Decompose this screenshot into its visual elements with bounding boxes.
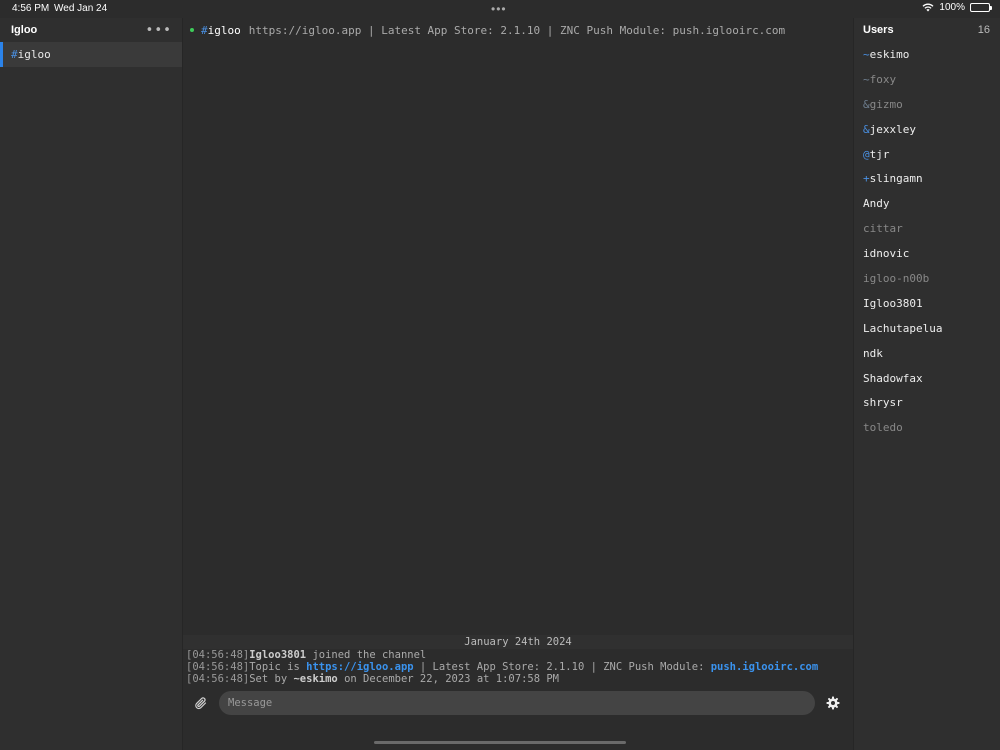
- user-nick: shrysr: [863, 396, 903, 410]
- user-mode-prefix: @: [863, 147, 870, 161]
- user-list-item[interactable]: @ tjr: [854, 142, 1000, 167]
- channel-title-name: igloo: [207, 23, 241, 37]
- composer: [183, 687, 853, 719]
- battery-percent: 100%: [939, 2, 965, 13]
- user-list-item[interactable]: ~ foxy: [854, 67, 1000, 92]
- user-list-panel: Users 16 ~ eskimo ~ foxy & gizmo & jexxley @ tjr +…: [853, 18, 1000, 750]
- channel-label: igloo: [17, 48, 51, 61]
- date-separator: January 24th 2024: [183, 635, 853, 649]
- home-indicator[interactable]: [374, 741, 626, 744]
- message-timestamp: [04:56:48]: [186, 649, 250, 661]
- sidebar-header: Igloo •••: [0, 18, 182, 42]
- message-row: [04:56:48]Topic is https://igloo.app | L…: [183, 661, 853, 673]
- user-list-item[interactable]: & gizmo: [854, 92, 1000, 117]
- user-list-item[interactable]: Igloo3801: [854, 291, 1000, 316]
- message-nick[interactable]: Igloo3801: [249, 649, 306, 661]
- user-list-item[interactable]: shrysr: [854, 390, 1000, 415]
- network-title: Igloo: [11, 24, 38, 36]
- user-nick: eskimo: [869, 47, 910, 61]
- message-text: Set by: [249, 673, 294, 685]
- user-nick: idnovic: [863, 247, 910, 261]
- user-nick: gizmo: [869, 97, 903, 111]
- battery-icon: [970, 3, 992, 12]
- message-row: [04:56:48]Set by ~eskimo on December 22,…: [183, 673, 853, 685]
- more-options-icon[interactable]: •••: [146, 23, 172, 38]
- status-time: 4:56 PM: [12, 3, 50, 14]
- message-row: [04:56:48]Igloo3801 joined the channel: [183, 649, 853, 661]
- user-list-item[interactable]: toledo: [854, 415, 1000, 440]
- user-mode-prefix: &: [863, 122, 870, 136]
- topic-bar[interactable]: #igloo https://igloo.app | Latest App St…: [183, 18, 853, 42]
- user-nick: Shadowfax: [863, 371, 923, 385]
- message-nick[interactable]: ~eskimo: [293, 673, 337, 685]
- user-list-item[interactable]: ndk: [854, 341, 1000, 366]
- message-timestamp: [04:56:48]: [186, 673, 250, 685]
- status-right: 100%: [922, 2, 992, 13]
- user-mode-prefix: &: [863, 97, 870, 111]
- user-list-item[interactable]: idnovic: [854, 241, 1000, 266]
- status-bar: 4:56 PM Wed Jan 24 ••• 100%: [0, 0, 1000, 18]
- message-list: January 24th 2024 [04:56:48]Igloo3801 jo…: [183, 635, 853, 685]
- user-list-item[interactable]: Shadowfax: [854, 366, 1000, 391]
- message-text: joined the channel: [306, 649, 427, 661]
- user-list-item[interactable]: & jexxley: [854, 117, 1000, 142]
- user-nick: tjr: [869, 147, 890, 161]
- message-link[interactable]: https://igloo.app: [306, 661, 413, 673]
- user-nick: Igloo3801: [863, 296, 923, 310]
- user-nick: Lachutapelua: [863, 321, 943, 335]
- user-nick: cittar: [863, 222, 903, 236]
- user-nick: slingamn: [869, 172, 923, 186]
- gear-icon[interactable]: [815, 696, 851, 710]
- channel-title: #igloo: [201, 24, 241, 37]
- online-status-dot: [190, 28, 194, 32]
- user-list-item[interactable]: Andy: [854, 191, 1000, 216]
- users-header: Users 16: [854, 18, 1000, 42]
- wifi-icon: [922, 3, 934, 12]
- user-list-item[interactable]: Lachutapelua: [854, 316, 1000, 341]
- message-text: | Latest App Store: 2.1.10 | ZNC Push Mo…: [413, 661, 711, 673]
- message-timestamp: [04:56:48]: [186, 661, 250, 673]
- user-mode-prefix: ~: [863, 72, 870, 86]
- message-text: Topic is: [249, 661, 307, 673]
- user-nick: igloo-n00b: [863, 271, 930, 285]
- channel-topic: https://igloo.app | Latest App Store: 2.…: [248, 23, 786, 37]
- channel-prefix: #: [11, 48, 18, 61]
- user-nick: toledo: [863, 421, 903, 435]
- message-link[interactable]: push.iglooirc.com: [711, 661, 818, 673]
- chat-view: #igloo https://igloo.app | Latest App St…: [183, 18, 853, 750]
- users-count: 16: [977, 24, 990, 36]
- message-text: on December 22, 2023 at 1:07:58 PM: [337, 673, 560, 685]
- paperclip-icon[interactable]: [183, 696, 219, 711]
- users-title: Users: [863, 24, 894, 36]
- user-nick: foxy: [869, 72, 897, 86]
- user-nick: jexxley: [869, 122, 916, 136]
- channel-sidebar: Igloo ••• # igloo: [0, 18, 183, 750]
- sidebar-item-igloo[interactable]: # igloo: [0, 42, 182, 67]
- user-rows: ~ eskimo ~ foxy & gizmo & jexxley @ tjr + slingamn A…: [854, 42, 1000, 440]
- user-list-item[interactable]: ~ eskimo: [854, 42, 1000, 67]
- user-mode-prefix: +: [863, 172, 870, 186]
- multitasking-dots-icon[interactable]: •••: [491, 2, 507, 16]
- user-list-item[interactable]: + slingamn: [854, 166, 1000, 191]
- user-nick: ndk: [863, 346, 883, 360]
- user-list-item[interactable]: igloo-n00b: [854, 266, 1000, 291]
- user-mode-prefix: ~: [863, 47, 870, 61]
- channel-title-prefix: #: [201, 23, 208, 37]
- message-input[interactable]: [219, 691, 815, 715]
- status-date: Wed Jan 24: [54, 3, 108, 14]
- user-nick: Andy: [863, 197, 890, 211]
- user-list-item[interactable]: cittar: [854, 216, 1000, 241]
